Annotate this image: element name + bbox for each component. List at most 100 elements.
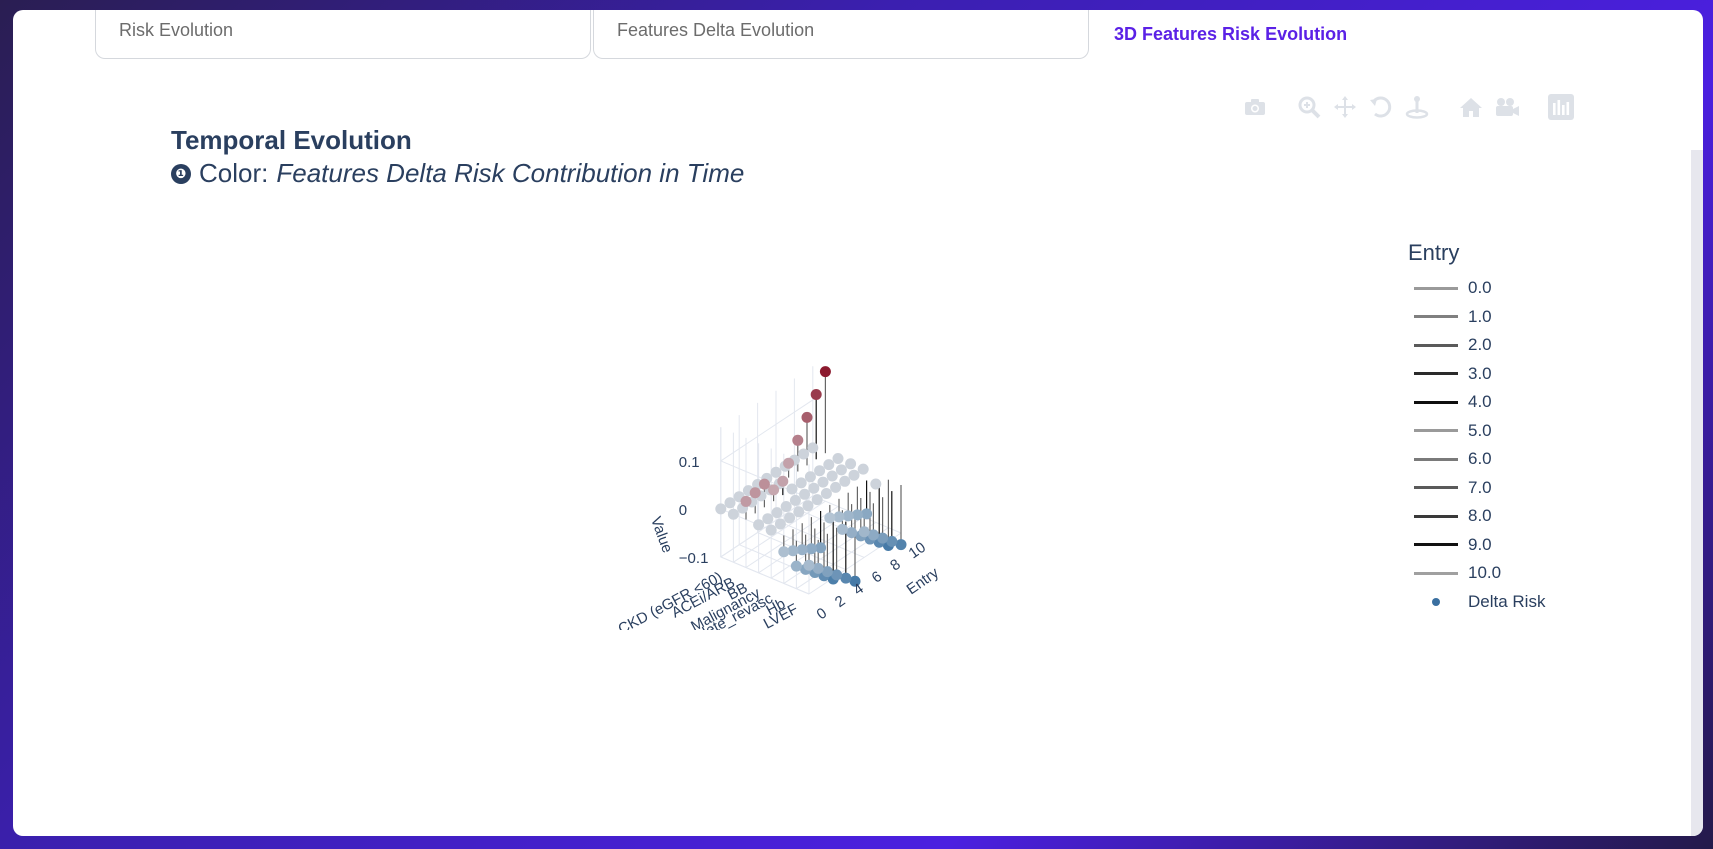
- legend-item-entry[interactable]: 10.0: [1408, 559, 1608, 588]
- data-point: [808, 482, 820, 494]
- x-tick-label: 8: [887, 556, 904, 575]
- data-point: [857, 463, 869, 475]
- subtitle-number-badge: ❶: [171, 163, 191, 184]
- pan-icon[interactable]: [1331, 94, 1359, 120]
- orbit-icon[interactable]: [1367, 94, 1395, 120]
- legend-item-entry[interactable]: 4.0: [1408, 388, 1608, 417]
- data-point: [786, 483, 798, 495]
- data-point: [848, 469, 860, 481]
- data-point: [792, 434, 804, 446]
- tab-label: Risk Evolution: [119, 20, 234, 40]
- legend-marker-label: Delta Risk: [1468, 591, 1546, 611]
- legend-item-entry[interactable]: 0.0: [1408, 274, 1608, 303]
- data-point: [753, 519, 765, 531]
- legend-line-swatch: [1414, 400, 1458, 404]
- legend-item-label: 8.0: [1468, 506, 1492, 526]
- legend-line-swatch: [1414, 429, 1458, 433]
- app-card: Risk Evolution Features Delta Evolution …: [13, 10, 1703, 836]
- legend-item-entry[interactable]: 9.0: [1408, 531, 1608, 560]
- legend-item-label: 6.0: [1468, 449, 1492, 469]
- legend-item-label: 5.0: [1468, 420, 1492, 440]
- data-point: [820, 488, 832, 499]
- legend-item-label: 9.0: [1468, 534, 1492, 554]
- legend-line-swatch: [1414, 372, 1458, 376]
- plot-modebar: [1241, 94, 1575, 120]
- z-tick-label: 0.1: [679, 454, 700, 471]
- turntable-icon[interactable]: [1403, 94, 1431, 120]
- tab-bar: Risk Evolution Features Delta Evolution …: [83, 10, 1483, 70]
- plotly-logo-icon[interactable]: [1547, 94, 1575, 120]
- tab-label: Features Delta Evolution: [617, 20, 815, 40]
- data-point: [835, 464, 847, 476]
- data-point: [758, 478, 770, 490]
- legend-item-delta-risk[interactable]: Delta Risk: [1408, 588, 1608, 617]
- z-axis-title: Value: [647, 514, 676, 555]
- data-point: [807, 442, 819, 454]
- x-tick-label: 2: [832, 592, 849, 611]
- data-point: [836, 523, 848, 535]
- home-icon[interactable]: [1457, 94, 1485, 120]
- legend-line-swatch: [1414, 486, 1458, 490]
- legend-item-entry[interactable]: 7.0: [1408, 474, 1608, 503]
- data-point: [811, 494, 823, 506]
- 3d-scatter-svg[interactable]: 0246810CKD (eGFR <60)ACEi/ARBBBMalignanc…: [573, 310, 973, 690]
- data-point: [810, 389, 822, 400]
- data-point: [765, 524, 777, 536]
- tab-features-delta-evolution[interactable]: Features Delta Evolution: [593, 10, 1089, 59]
- 3d-scatter-plot[interactable]: 0 2 4 6 8 10 CKD (eGFR <60) ACEi/ARB BB Malignanc…: [573, 310, 973, 690]
- camera-icon[interactable]: [1241, 94, 1269, 120]
- data-point: [817, 476, 829, 488]
- legend-item-entry[interactable]: 1.0: [1408, 303, 1608, 332]
- legend-item-entry[interactable]: 2.0: [1408, 331, 1608, 360]
- data-point: [824, 512, 836, 524]
- data-point: [823, 459, 835, 471]
- data-point: [784, 512, 796, 524]
- legend-item-entry[interactable]: 6.0: [1408, 445, 1608, 474]
- data-point: [803, 559, 815, 571]
- data-point: [799, 488, 811, 500]
- legend: Entry 0.0 1.0 2.0 3.0 4.0 5.0 6.0 7.0 8.0 9.0 10.0…: [1408, 240, 1608, 616]
- data-point: [793, 506, 805, 518]
- data-point: [724, 497, 736, 509]
- z-tick-label: 0: [679, 502, 687, 519]
- z-tick-label: −0.1: [679, 550, 709, 567]
- data-point: [832, 453, 844, 464]
- data-point: [771, 507, 783, 519]
- legend-line-swatch: [1414, 514, 1458, 518]
- legend-title: Entry: [1408, 240, 1460, 265]
- subtitle-emphasis: Features Delta Risk Contribution in Time: [276, 158, 745, 188]
- data-point: [774, 518, 786, 530]
- data-point: [715, 503, 727, 515]
- data-point: [778, 546, 790, 558]
- data-point: [801, 411, 813, 423]
- legend-line-swatch: [1414, 571, 1458, 575]
- data-point: [798, 448, 810, 460]
- x-tick-label: 0: [814, 605, 831, 624]
- data-point: [858, 526, 870, 538]
- data-point: [789, 494, 801, 506]
- data-point: [804, 471, 816, 483]
- legend-line-swatch: [1414, 286, 1458, 290]
- legend-item-entry[interactable]: 3.0: [1408, 360, 1608, 389]
- data-point: [749, 487, 761, 499]
- data-point: [839, 475, 851, 487]
- zoom-icon[interactable]: [1295, 94, 1323, 120]
- subtitle-prefix: Color:: [199, 158, 269, 188]
- data-point: [780, 501, 792, 512]
- tab-3d-features-risk-evolution[interactable]: 3D Features Risk Evolution: [1091, 10, 1471, 59]
- x-tick-label: 10: [906, 539, 929, 562]
- legend-item-label: 10.0: [1468, 563, 1502, 583]
- chart-title: Temporal Evolution: [171, 125, 412, 155]
- scrollbar[interactable]: [1691, 150, 1703, 836]
- x-axis-title: Entry: [904, 564, 943, 598]
- data-point: [783, 457, 795, 469]
- legend-item-label: 4.0: [1468, 392, 1492, 412]
- video-camera-icon[interactable]: [1493, 94, 1521, 120]
- tab-risk-evolution[interactable]: Risk Evolution: [95, 10, 591, 59]
- legend-item-entry[interactable]: 5.0: [1408, 417, 1608, 446]
- data-point: [777, 475, 789, 487]
- legend-item-entry[interactable]: 8.0: [1408, 502, 1608, 531]
- tab-label: 3D Features Risk Evolution: [1114, 24, 1348, 44]
- legend-line-swatch: [1414, 543, 1458, 547]
- data-point: [870, 478, 882, 490]
